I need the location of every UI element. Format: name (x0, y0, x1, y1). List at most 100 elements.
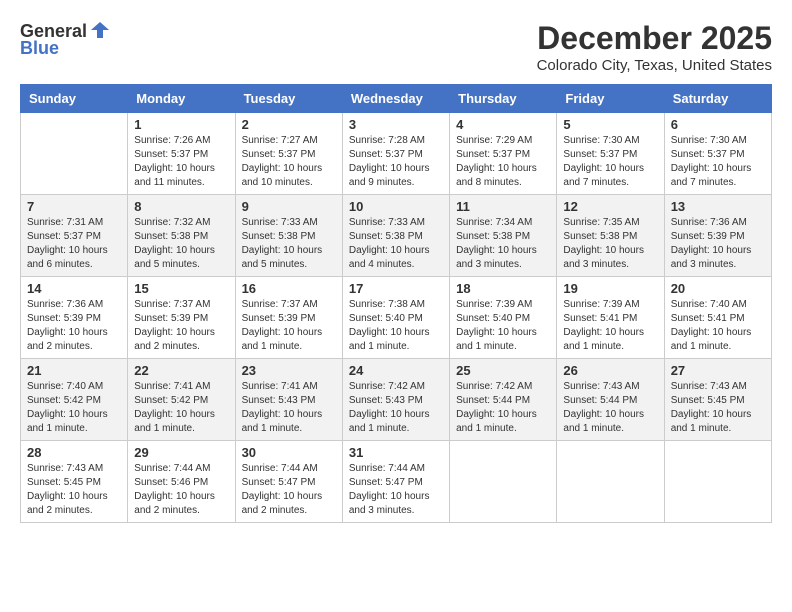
day-number: 9 (242, 199, 336, 214)
day-info: Sunrise: 7:40 AM Sunset: 5:42 PM Dayligh… (27, 380, 121, 436)
day-info: Sunrise: 7:39 AM Sunset: 5:41 PM Dayligh… (563, 298, 657, 354)
calendar-cell: 6 Sunrise: 7:30 AM Sunset: 5:37 PM Daylig… (664, 113, 771, 195)
calendar-header-tuesday: Tuesday (235, 85, 342, 113)
calendar-cell (557, 441, 664, 523)
day-number: 7 (27, 199, 121, 214)
day-info: Sunrise: 7:38 AM Sunset: 5:40 PM Dayligh… (349, 298, 443, 354)
day-info: Sunrise: 7:36 AM Sunset: 5:39 PM Dayligh… (671, 216, 765, 272)
calendar-cell: 26Sunrise: 7:43 AM Sunset: 5:44 PM Dayli… (557, 359, 664, 441)
day-number: 17 (349, 281, 443, 296)
calendar-cell (21, 113, 128, 195)
day-number: 2 (242, 117, 336, 132)
day-info: Sunrise: 7:43 AM Sunset: 5:44 PM Dayligh… (563, 380, 657, 436)
calendar-cell (450, 441, 557, 523)
calendar-cell: 27Sunrise: 7:43 AM Sunset: 5:45 PM Dayli… (664, 359, 771, 441)
day-number: 14 (27, 281, 121, 296)
day-number: 16 (242, 281, 336, 296)
header: General Blue December 2025 Colorado City… (20, 20, 772, 74)
day-number: 15 (134, 281, 228, 296)
calendar-cell: 16Sunrise: 7:37 AM Sunset: 5:39 PM Dayli… (235, 277, 342, 359)
day-info: Sunrise: 7:35 AM Sunset: 5:38 PM Dayligh… (563, 216, 657, 272)
day-number: 23 (242, 363, 336, 378)
calendar-cell: 21 Sunrise: 7:40 AM Sunset: 5:42 PM Dayli… (21, 359, 128, 441)
calendar-cell: 13 Sunrise: 7:36 AM Sunset: 5:39 PM Dayli… (664, 195, 771, 277)
day-info: Sunrise: 7:44 AM Sunset: 5:47 PM Dayligh… (349, 462, 443, 518)
day-number: 5 (563, 117, 657, 132)
day-info: Sunrise: 7:27 AM Sunset: 5:37 PM Dayligh… (242, 134, 336, 190)
calendar-week-row: 7 Sunrise: 7:31 AM Sunset: 5:37 PM Daylig… (21, 195, 772, 277)
day-info: Sunrise: 7:34 AM Sunset: 5:38 PM Dayligh… (456, 216, 550, 272)
calendar-header-monday: Monday (128, 85, 235, 113)
calendar-cell: 22 Sunrise: 7:41 AM Sunset: 5:42 PM Dayli… (128, 359, 235, 441)
location-title: Colorado City, Texas, United States (537, 57, 772, 74)
day-info: Sunrise: 7:41 AM Sunset: 5:42 PM Dayligh… (134, 380, 228, 436)
day-number: 20 (671, 281, 765, 296)
day-number: 6 (671, 117, 765, 132)
calendar-header-wednesday: Wednesday (342, 85, 449, 113)
day-info: Sunrise: 7:39 AM Sunset: 5:40 PM Dayligh… (456, 298, 550, 354)
day-number: 28 (27, 445, 121, 460)
calendar-cell: 14Sunrise: 7:36 AM Sunset: 5:39 PM Dayli… (21, 277, 128, 359)
calendar-header-row: SundayMondayTuesdayWednesdayThursdayFrid… (21, 85, 772, 113)
calendar-cell: 12 Sunrise: 7:35 AM Sunset: 5:38 PM Dayli… (557, 195, 664, 277)
calendar-cell: 15 Sunrise: 7:37 AM Sunset: 5:39 PM Dayli… (128, 277, 235, 359)
calendar-cell: 9 Sunrise: 7:33 AM Sunset: 5:38 PM Daylig… (235, 195, 342, 277)
day-info: Sunrise: 7:33 AM Sunset: 5:38 PM Dayligh… (242, 216, 336, 272)
calendar-header-saturday: Saturday (664, 85, 771, 113)
calendar-cell: 5Sunrise: 7:30 AM Sunset: 5:37 PM Daylig… (557, 113, 664, 195)
calendar-table: SundayMondayTuesdayWednesdayThursdayFrid… (20, 84, 772, 523)
day-number: 10 (349, 199, 443, 214)
day-info: Sunrise: 7:26 AM Sunset: 5:37 PM Dayligh… (134, 134, 228, 190)
calendar-cell: 2 Sunrise: 7:27 AM Sunset: 5:37 PM Daylig… (235, 113, 342, 195)
day-info: Sunrise: 7:42 AM Sunset: 5:43 PM Dayligh… (349, 380, 443, 436)
calendar-week-row: 21 Sunrise: 7:40 AM Sunset: 5:42 PM Dayli… (21, 359, 772, 441)
calendar-cell: 20 Sunrise: 7:40 AM Sunset: 5:41 PM Dayli… (664, 277, 771, 359)
day-number: 8 (134, 199, 228, 214)
calendar-cell: 3Sunrise: 7:28 AM Sunset: 5:37 PM Daylig… (342, 113, 449, 195)
day-info: Sunrise: 7:32 AM Sunset: 5:38 PM Dayligh… (134, 216, 228, 272)
calendar-header-sunday: Sunday (21, 85, 128, 113)
day-info: Sunrise: 7:37 AM Sunset: 5:39 PM Dayligh… (134, 298, 228, 354)
day-info: Sunrise: 7:44 AM Sunset: 5:46 PM Dayligh… (134, 462, 228, 518)
logo-bird-icon (89, 20, 111, 42)
day-info: Sunrise: 7:30 AM Sunset: 5:37 PM Dayligh… (671, 134, 765, 190)
day-number: 13 (671, 199, 765, 214)
calendar-cell (664, 441, 771, 523)
calendar-cell: 25Sunrise: 7:42 AM Sunset: 5:44 PM Dayli… (450, 359, 557, 441)
calendar-cell: 7 Sunrise: 7:31 AM Sunset: 5:37 PM Daylig… (21, 195, 128, 277)
calendar-cell: 28 Sunrise: 7:43 AM Sunset: 5:45 PM Dayli… (21, 441, 128, 523)
day-number: 11 (456, 199, 550, 214)
day-number: 30 (242, 445, 336, 460)
calendar-cell: 10 Sunrise: 7:33 AM Sunset: 5:38 PM Dayli… (342, 195, 449, 277)
calendar-week-row: 28 Sunrise: 7:43 AM Sunset: 5:45 PM Dayli… (21, 441, 772, 523)
calendar-cell: 24 Sunrise: 7:42 AM Sunset: 5:43 PM Dayli… (342, 359, 449, 441)
day-info: Sunrise: 7:42 AM Sunset: 5:44 PM Dayligh… (456, 380, 550, 436)
day-info: Sunrise: 7:28 AM Sunset: 5:37 PM Dayligh… (349, 134, 443, 190)
calendar-cell: 29 Sunrise: 7:44 AM Sunset: 5:46 PM Dayli… (128, 441, 235, 523)
day-info: Sunrise: 7:43 AM Sunset: 5:45 PM Dayligh… (671, 380, 765, 436)
day-number: 29 (134, 445, 228, 460)
calendar-cell: 31 Sunrise: 7:44 AM Sunset: 5:47 PM Dayli… (342, 441, 449, 523)
day-number: 22 (134, 363, 228, 378)
calendar-header-thursday: Thursday (450, 85, 557, 113)
day-number: 1 (134, 117, 228, 132)
day-info: Sunrise: 7:31 AM Sunset: 5:37 PM Dayligh… (27, 216, 121, 272)
title-area: December 2025 Colorado City, Texas, Unit… (537, 20, 772, 74)
day-info: Sunrise: 7:33 AM Sunset: 5:38 PM Dayligh… (349, 216, 443, 272)
day-number: 4 (456, 117, 550, 132)
calendar-week-row: 1 Sunrise: 7:26 AM Sunset: 5:37 PM Daylig… (21, 113, 772, 195)
day-info: Sunrise: 7:43 AM Sunset: 5:45 PM Dayligh… (27, 462, 121, 518)
day-number: 24 (349, 363, 443, 378)
day-info: Sunrise: 7:41 AM Sunset: 5:43 PM Dayligh… (242, 380, 336, 436)
logo-blue-text: Blue (20, 38, 59, 59)
day-number: 12 (563, 199, 657, 214)
calendar-cell: 18 Sunrise: 7:39 AM Sunset: 5:40 PM Dayli… (450, 277, 557, 359)
day-info: Sunrise: 7:40 AM Sunset: 5:41 PM Dayligh… (671, 298, 765, 354)
day-number: 31 (349, 445, 443, 460)
day-number: 21 (27, 363, 121, 378)
calendar-cell: 17 Sunrise: 7:38 AM Sunset: 5:40 PM Dayli… (342, 277, 449, 359)
day-info: Sunrise: 7:44 AM Sunset: 5:47 PM Dayligh… (242, 462, 336, 518)
calendar-week-row: 14Sunrise: 7:36 AM Sunset: 5:39 PM Dayli… (21, 277, 772, 359)
calendar-cell: 8 Sunrise: 7:32 AM Sunset: 5:38 PM Daylig… (128, 195, 235, 277)
day-number: 18 (456, 281, 550, 296)
